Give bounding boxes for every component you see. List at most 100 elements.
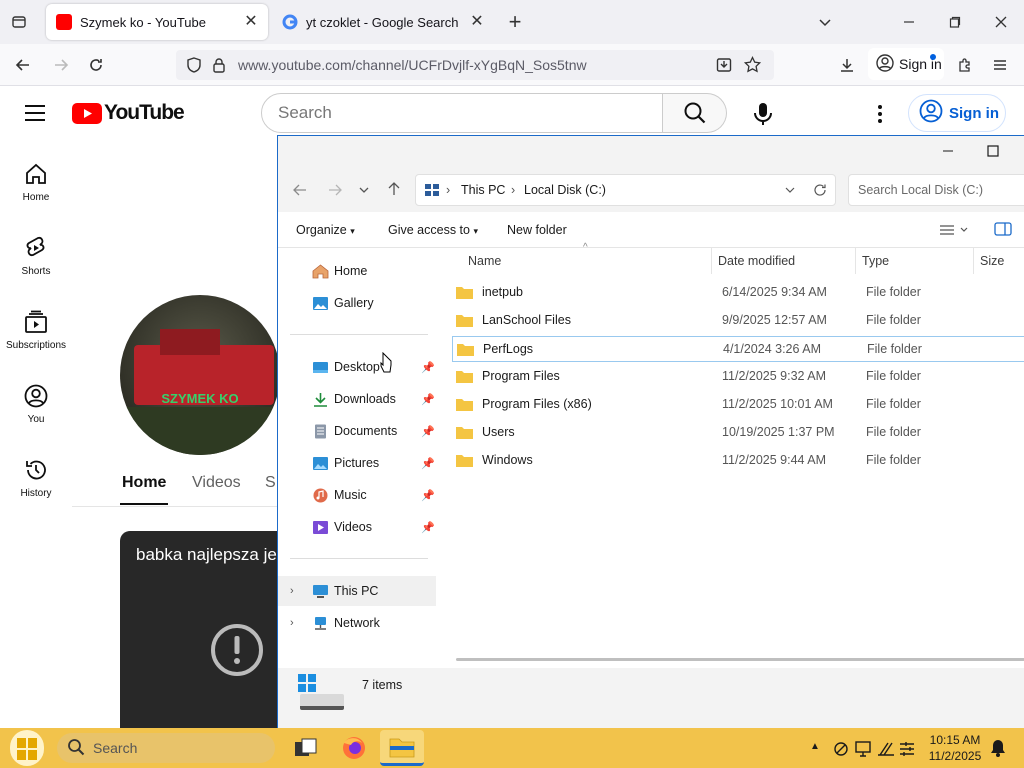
lock-icon[interactable] xyxy=(212,57,226,76)
organize-button[interactable]: Organize ▾ xyxy=(296,212,355,248)
nav-item-network[interactable]: › Network xyxy=(278,608,436,638)
video-player[interactable]: babka najlepsza je xyxy=(120,531,280,728)
sidebar-item-you[interactable]: You xyxy=(0,384,72,425)
browser-sign-in-button[interactable]: Sign in xyxy=(868,48,944,80)
youtube-sign-in-button[interactable]: Sign in xyxy=(908,94,1006,132)
taskbar-search[interactable]: Search xyxy=(57,733,275,763)
column-header-date[interactable]: Date modified xyxy=(712,248,856,274)
tab-channel-more[interactable]: S xyxy=(265,474,276,492)
start-button[interactable] xyxy=(10,730,44,766)
bookmark-star-icon[interactable] xyxy=(743,55,762,76)
file-date: 9/9/2025 12:57 AM xyxy=(722,313,827,327)
system-tray-icons[interactable] xyxy=(832,739,920,764)
sidebar-item-home[interactable]: Home xyxy=(0,162,72,203)
extensions-icon[interactable] xyxy=(952,52,978,78)
pin-icon[interactable]: 📌 xyxy=(421,425,435,438)
pin-icon[interactable]: 📌 xyxy=(421,393,435,406)
nav-item-documents[interactable]: Documents 📌 xyxy=(278,416,436,446)
nav-item-downloads[interactable]: Downloads 📌 xyxy=(278,384,436,414)
breadcrumb-this-pc[interactable]: This PC xyxy=(461,183,505,197)
column-header-type[interactable]: Type xyxy=(856,248,974,274)
file-row[interactable]: PerfLogs 4/1/2024 3:26 AM File folder xyxy=(452,336,1024,362)
chevron-down-icon[interactable] xyxy=(812,9,838,35)
file-date: 11/2/2025 9:44 AM xyxy=(722,453,827,467)
nav-item-music[interactable]: Music 📌 xyxy=(278,480,436,510)
file-row[interactable]: Program Files (x86) 11/2/2025 10:01 AM F… xyxy=(452,392,1024,418)
tab-list-icon[interactable] xyxy=(6,9,32,35)
close-window-icon[interactable] xyxy=(988,9,1014,35)
taskbar-clock[interactable]: 10:15 AM 11/2/2025 xyxy=(920,732,990,764)
minimize-icon[interactable] xyxy=(942,144,954,162)
view-options-icon[interactable] xyxy=(939,223,969,242)
address-bar[interactable]: › This PC › Local Disk (C:) xyxy=(415,174,836,206)
nav-item-home[interactable]: Home xyxy=(278,256,436,286)
tab-google[interactable]: yt czoklet - Google Search ✕ xyxy=(272,4,494,40)
forward-icon[interactable] xyxy=(327,182,343,203)
nav-item-videos[interactable]: Videos 📌 xyxy=(278,512,436,542)
minimize-icon[interactable] xyxy=(896,9,922,35)
maximize-icon[interactable] xyxy=(987,144,999,162)
notification-bell-icon[interactable] xyxy=(990,739,1006,762)
pin-icon[interactable]: 📌 xyxy=(421,457,435,470)
nav-item-gallery[interactable]: Gallery xyxy=(278,288,436,318)
task-view-button[interactable] xyxy=(284,730,328,766)
new-folder-button[interactable]: New folder xyxy=(507,212,567,248)
youtube-search-button[interactable] xyxy=(663,93,727,133)
youtube-logo[interactable]: YouTube xyxy=(72,101,185,125)
youtube-search-input[interactable]: Search xyxy=(261,93,663,133)
chevron-down-icon[interactable] xyxy=(784,184,796,199)
pin-icon[interactable]: 📌 xyxy=(421,489,435,502)
file-row[interactable]: Windows 11/2/2025 9:44 AM File folder xyxy=(452,448,1024,474)
reload-icon[interactable] xyxy=(83,52,109,78)
shield-icon[interactable] xyxy=(186,57,202,76)
close-tab-icon[interactable]: ✕ xyxy=(468,13,486,31)
menu-icon[interactable] xyxy=(987,52,1013,78)
explorer-search-input[interactable]: Search Local Disk (C:) xyxy=(848,174,1024,206)
file-type: File folder xyxy=(866,285,921,299)
file-row[interactable]: Users 10/19/2025 1:37 PM File folder xyxy=(452,420,1024,446)
microphone-icon[interactable] xyxy=(750,101,776,127)
sidebar-item-history[interactable]: History xyxy=(0,458,72,499)
firefox-taskbar-button[interactable] xyxy=(332,730,376,766)
sidebar-item-shorts[interactable]: Shorts xyxy=(0,236,72,277)
install-page-icon[interactable] xyxy=(716,57,732,76)
more-options-icon[interactable] xyxy=(876,104,884,129)
nav-label: This PC xyxy=(334,584,379,598)
nav-item-desktop[interactable]: Desktop 📌 xyxy=(278,352,436,382)
tab-youtube[interactable]: Szymek ko - YouTube ✕ xyxy=(46,4,268,40)
file-explorer-taskbar-button[interactable] xyxy=(380,730,424,766)
column-header-name[interactable]: Name xyxy=(462,248,712,274)
sidebar-item-subscriptions[interactable]: Subscriptions xyxy=(0,310,72,351)
column-header-size[interactable]: Size xyxy=(974,248,1024,274)
show-hidden-icons[interactable]: ▲ xyxy=(810,741,820,752)
recent-locations-icon[interactable] xyxy=(358,183,370,201)
file-date: 10/19/2025 1:37 PM xyxy=(722,425,835,439)
close-tab-icon[interactable]: ✕ xyxy=(242,13,260,31)
file-row[interactable]: Program Files 11/2/2025 9:32 AM File fol… xyxy=(452,364,1024,390)
channel-avatar[interactable]: SZYMEK KO xyxy=(120,295,280,455)
restore-icon[interactable] xyxy=(942,9,968,35)
pin-icon[interactable]: 📌 xyxy=(421,361,435,374)
new-tab-icon[interactable]: + xyxy=(502,9,528,35)
tab-channel-home[interactable]: Home xyxy=(122,474,166,492)
back-icon[interactable] xyxy=(292,182,308,203)
up-icon[interactable] xyxy=(386,181,402,202)
file-row[interactable]: LanSchool Files 9/9/2025 12:57 AM File f… xyxy=(452,308,1024,334)
forward-icon[interactable] xyxy=(48,52,74,78)
preview-pane-icon[interactable] xyxy=(994,222,1012,241)
horizontal-scrollbar[interactable] xyxy=(456,658,1024,661)
refresh-icon[interactable] xyxy=(813,183,827,200)
tab-channel-videos[interactable]: Videos xyxy=(192,474,241,492)
url-bar[interactable]: www.youtube.com/channel/UCFrDvjlf-xYgBqN… xyxy=(176,50,774,80)
chevron-right-icon[interactable]: › xyxy=(290,585,294,597)
hamburger-menu-icon[interactable] xyxy=(24,104,46,127)
give-access-button[interactable]: Give access to ▾ xyxy=(388,212,478,248)
file-row[interactable]: inetpub 6/14/2025 9:34 AM File folder xyxy=(452,280,1024,306)
nav-item-this-pc[interactable]: › This PC xyxy=(278,576,436,606)
pin-icon[interactable]: 📌 xyxy=(421,521,435,534)
chevron-right-icon[interactable]: › xyxy=(290,617,294,629)
nav-item-pictures[interactable]: Pictures 📌 xyxy=(278,448,436,478)
breadcrumb-local-disk[interactable]: Local Disk (C:) xyxy=(524,183,606,197)
downloads-icon[interactable] xyxy=(834,52,860,78)
back-icon[interactable] xyxy=(10,52,36,78)
